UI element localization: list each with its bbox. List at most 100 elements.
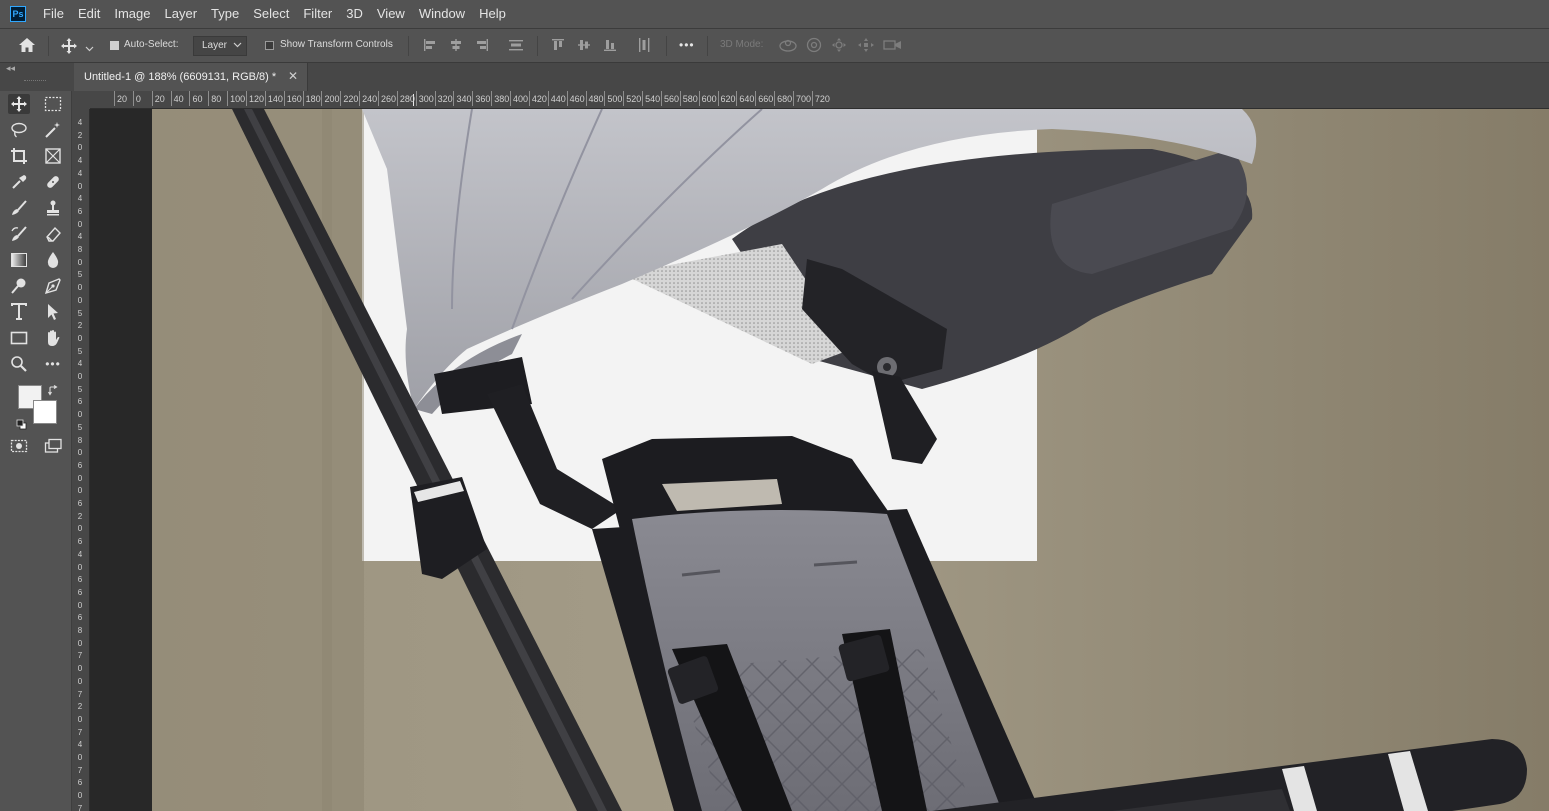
gradient-icon[interactable] <box>8 250 30 270</box>
menu-layer[interactable]: Layer <box>158 0 205 28</box>
ruler-tick-digit: 0 <box>77 562 83 572</box>
3d-roll-icon[interactable] <box>806 37 822 58</box>
menu-3d[interactable]: 3D <box>339 0 370 28</box>
ruler-tick-digit: 0 <box>77 295 83 305</box>
ruler-tick-label: 660 <box>755 91 774 106</box>
document-title: Untitled-1 @ 188% (6609131, RGB/8) * <box>84 71 277 83</box>
menu-view[interactable]: View <box>370 0 412 28</box>
crop-icon[interactable] <box>8 146 30 166</box>
align-right-edges-icon[interactable] <box>475 38 489 57</box>
align-vertical-centers-icon[interactable] <box>577 38 591 57</box>
menu-file[interactable]: File <box>36 0 71 28</box>
divider <box>707 36 708 56</box>
swap-colors-icon[interactable] <box>48 383 59 401</box>
ruler-tick-label: 320 <box>434 91 453 106</box>
photoshop-logo[interactable]: Ps <box>10 6 26 22</box>
chevron-down-icon[interactable] <box>85 40 94 58</box>
menu-type[interactable]: Type <box>204 0 246 28</box>
menu-select[interactable]: Select <box>246 0 296 28</box>
menu-edit[interactable]: Edit <box>71 0 107 28</box>
eraser-icon[interactable] <box>42 224 64 244</box>
ruler-tick-digit: 4 <box>77 740 83 750</box>
ruler-tick-label: 400 <box>510 91 529 106</box>
ruler-tick-digit: 4 <box>77 232 83 242</box>
menu-help[interactable]: Help <box>472 0 513 28</box>
ruler-tick-digit: 8 <box>77 245 83 254</box>
magic-wand-icon[interactable] <box>42 120 64 140</box>
ruler-origin[interactable] <box>72 91 90 109</box>
canvas-area[interactable] <box>90 109 1549 811</box>
toolbar-grip[interactable] <box>24 80 46 83</box>
healing-brush-icon[interactable] <box>42 172 64 192</box>
ruler-tick-digit: 0 <box>77 283 83 293</box>
clone-stamp-icon[interactable] <box>42 198 64 218</box>
3d-slide-icon[interactable] <box>857 37 875 58</box>
ruler-tick-digit: 6 <box>77 613 83 623</box>
blur-icon[interactable] <box>42 250 64 270</box>
vertical-ruler[interactable]: 4 2 0 4 4 0 4 6 0 4 8 0 5 0 0 5 2 0 5 4 0 5 6 0 5 8 0 6 0 0 6 2 0 6 4 0 6 6 0 6… <box>72 109 90 811</box>
3d-camera-icon[interactable] <box>883 38 903 57</box>
ruler-tick-digit: 0 <box>77 181 83 191</box>
type-icon[interactable] <box>8 302 30 322</box>
ruler-tick-digit: 2 <box>77 130 83 140</box>
ruler-tick-digit: 0 <box>77 664 83 674</box>
distribute-horizontal-centers-icon[interactable] <box>637 37 651 58</box>
move-tool-icon[interactable] <box>8 94 30 114</box>
ruler-tick-label: 440 <box>547 91 566 106</box>
menu-filter[interactable]: Filter <box>296 0 339 28</box>
auto-select-target-dropdown[interactable]: Layer <box>193 36 247 56</box>
document-tab[interactable]: Untitled-1 @ 188% (6609131, RGB/8) * ✕ <box>74 63 308 91</box>
align-bottom-edges-icon[interactable] <box>603 38 617 57</box>
ruler-tick-label: 540 <box>642 91 661 106</box>
lasso-icon[interactable] <box>8 120 30 140</box>
edit-toolbar-button[interactable]: ••• <box>42 354 64 374</box>
3d-orbit-icon[interactable] <box>778 37 798 58</box>
horizontal-ruler[interactable]: 20 0 20 40 60 80 100 120 140 160 180 200 220 240 260 28… <box>90 91 1549 109</box>
eyedropper-icon[interactable] <box>8 172 30 192</box>
hand-icon[interactable] <box>42 328 64 348</box>
ruler-tick-digit: 4 <box>77 168 83 178</box>
menu-image[interactable]: Image <box>107 0 157 28</box>
ruler-tick-label: 420 <box>528 91 547 106</box>
menu-window[interactable]: Window <box>412 0 472 28</box>
ruler-tick-digit: 6 <box>77 587 83 597</box>
auto-select-checkbox[interactable] <box>110 41 119 50</box>
collapse-panels-button[interactable]: ◂◂ <box>6 63 15 74</box>
brush-icon[interactable] <box>8 198 30 218</box>
ruler-tick-label: 680 <box>774 91 793 106</box>
screen-mode-icon[interactable] <box>42 436 64 456</box>
ruler-tick-digit: 2 <box>77 321 83 331</box>
ruler-tick-digit: 0 <box>77 372 83 381</box>
default-colors-icon[interactable] <box>16 417 27 435</box>
quick-mask-icon[interactable] <box>8 436 30 456</box>
close-icon[interactable]: ✕ <box>288 69 298 83</box>
align-top-edges-icon[interactable] <box>551 38 565 57</box>
show-transform-controls-checkbox[interactable] <box>265 41 274 50</box>
ruler-tick-digit: 4 <box>77 194 83 204</box>
frame-icon[interactable] <box>42 146 64 166</box>
zoom-icon[interactable] <box>8 354 30 374</box>
ruler-tick-digit: 7 <box>77 689 83 699</box>
ruler-tick-digit: 0 <box>77 486 83 496</box>
path-selection-icon[interactable] <box>42 302 64 322</box>
ruler-tick-label: 20 <box>113 91 128 106</box>
history-brush-icon[interactable] <box>8 224 30 244</box>
3d-pan-icon[interactable] <box>831 37 847 58</box>
rectangular-marquee-icon[interactable] <box>42 94 64 114</box>
ruler-tick-label: 640 <box>736 91 755 106</box>
pen-icon[interactable] <box>42 276 64 296</box>
dodge-icon[interactable] <box>8 276 30 296</box>
align-horizontal-centers-icon[interactable] <box>449 38 463 57</box>
ruler-tick-digit: 7 <box>77 651 83 661</box>
ruler-tick-digit: 8 <box>77 626 83 635</box>
distribute-vertical-centers-icon[interactable] <box>508 38 524 57</box>
background-color-swatch[interactable] <box>33 400 57 424</box>
ruler-tick-label: 60 <box>189 91 203 106</box>
document-image[interactable] <box>152 109 1549 811</box>
align-left-edges-icon[interactable] <box>423 38 437 57</box>
home-icon[interactable] <box>18 37 36 58</box>
ruler-tick-label: 720 <box>811 91 830 106</box>
rectangle-shape-icon[interactable] <box>8 328 30 348</box>
more-options-button[interactable]: ••• <box>679 38 695 52</box>
move-tool-preset-icon[interactable] <box>60 37 78 60</box>
